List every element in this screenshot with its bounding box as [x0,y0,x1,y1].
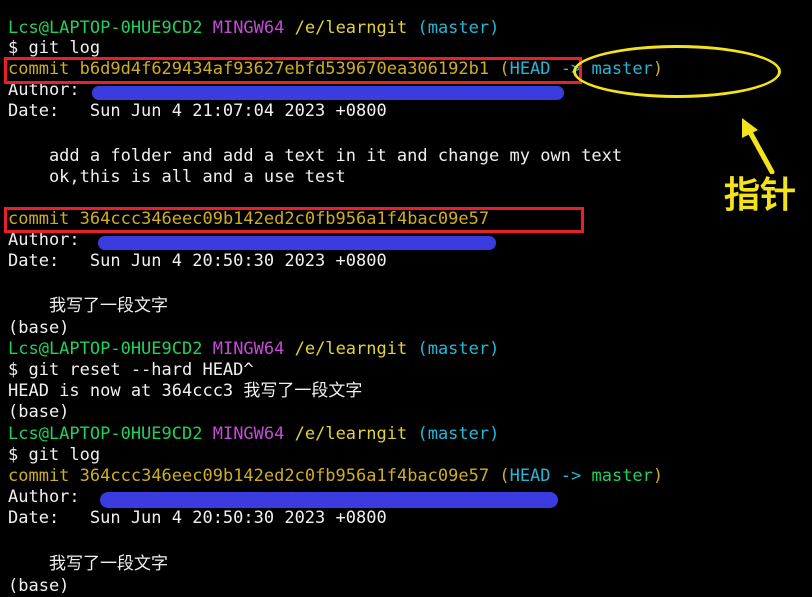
prompt-branch: (master) [417,339,500,359]
command-line: $ git log [8,445,101,465]
commit-label: commit [8,466,70,486]
prompt-branch: (master) [417,18,500,38]
prompt-line: Lcs@LAPTOP-0HUE9CD2 MINGW64 /e/learngit … [8,424,499,445]
commit-message: 我写了一段文字 [8,296,168,316]
commit-message: 我写了一段文字 [8,554,168,574]
ref-open: ( [499,466,510,486]
commit-line: commit 364ccc346eec09b142ed2c0fb956a1f4b… [8,466,663,487]
author-line: Author: [8,487,80,507]
reset-output: HEAD is now at 364ccc3 我写了一段文字 [8,381,363,401]
date-line: Date: Sun Jun 4 20:50:30 2023 +0800 [8,508,387,528]
conda-env: (base) [8,576,70,596]
prompt-shell: MINGW64 [212,424,285,444]
conda-env: (base) [8,318,70,338]
pointer-annotation: 指针 [724,175,797,216]
arrow-icon [742,118,775,174]
prompt-path: /e/learngit [294,424,408,444]
date-line: Date: Sun Jun 4 20:50:30 2023 +0800 [8,251,387,271]
highlight-ellipse [573,45,781,98]
prompt-line: Lcs@LAPTOP-0HUE9CD2 MINGW64 /e/learngit … [8,339,499,360]
author-line: Author: [8,230,80,250]
prompt-path: /e/learngit [294,18,408,38]
prompt-user: Lcs@LAPTOP-0HUE9CD2 [8,424,203,444]
branch-ref: master [591,466,653,486]
redaction-mark [92,86,564,100]
commit-message: add a folder and add a text in it and ch… [8,146,623,166]
command-line: $ git reset --hard HEAD^ [8,360,254,380]
commit-message: ok,this is all and a use test [8,167,346,187]
prompt-user: Lcs@LAPTOP-0HUE9CD2 [8,18,203,38]
command-line: $ git log [8,38,101,58]
redaction-mark [98,236,496,250]
conda-env: (base) [8,402,70,422]
date-line: Date: Sun Jun 4 21:07:04 2023 +0800 [8,101,387,121]
head-ref: HEAD -> [509,466,582,486]
prompt-path: /e/learngit [294,339,408,359]
highlight-box [4,57,582,84]
prompt-shell: MINGW64 [212,339,285,359]
prompt-shell: MINGW64 [212,18,285,38]
prompt-user: Lcs@LAPTOP-0HUE9CD2 [8,339,203,359]
prompt-branch: (master) [417,424,500,444]
redaction-mark [100,492,558,508]
terminal-window[interactable]: Lcs@LAPTOP-0HUE9CD2 MINGW64 /e/learngit … [0,0,812,597]
prompt-line: Lcs@LAPTOP-0HUE9CD2 MINGW64 /e/learngit … [8,18,499,39]
ref-close: ) [652,466,664,486]
highlight-box [4,207,584,233]
commit-hash: 364ccc346eec09b142ed2c0fb956a1f4bac09e57 [79,466,490,486]
